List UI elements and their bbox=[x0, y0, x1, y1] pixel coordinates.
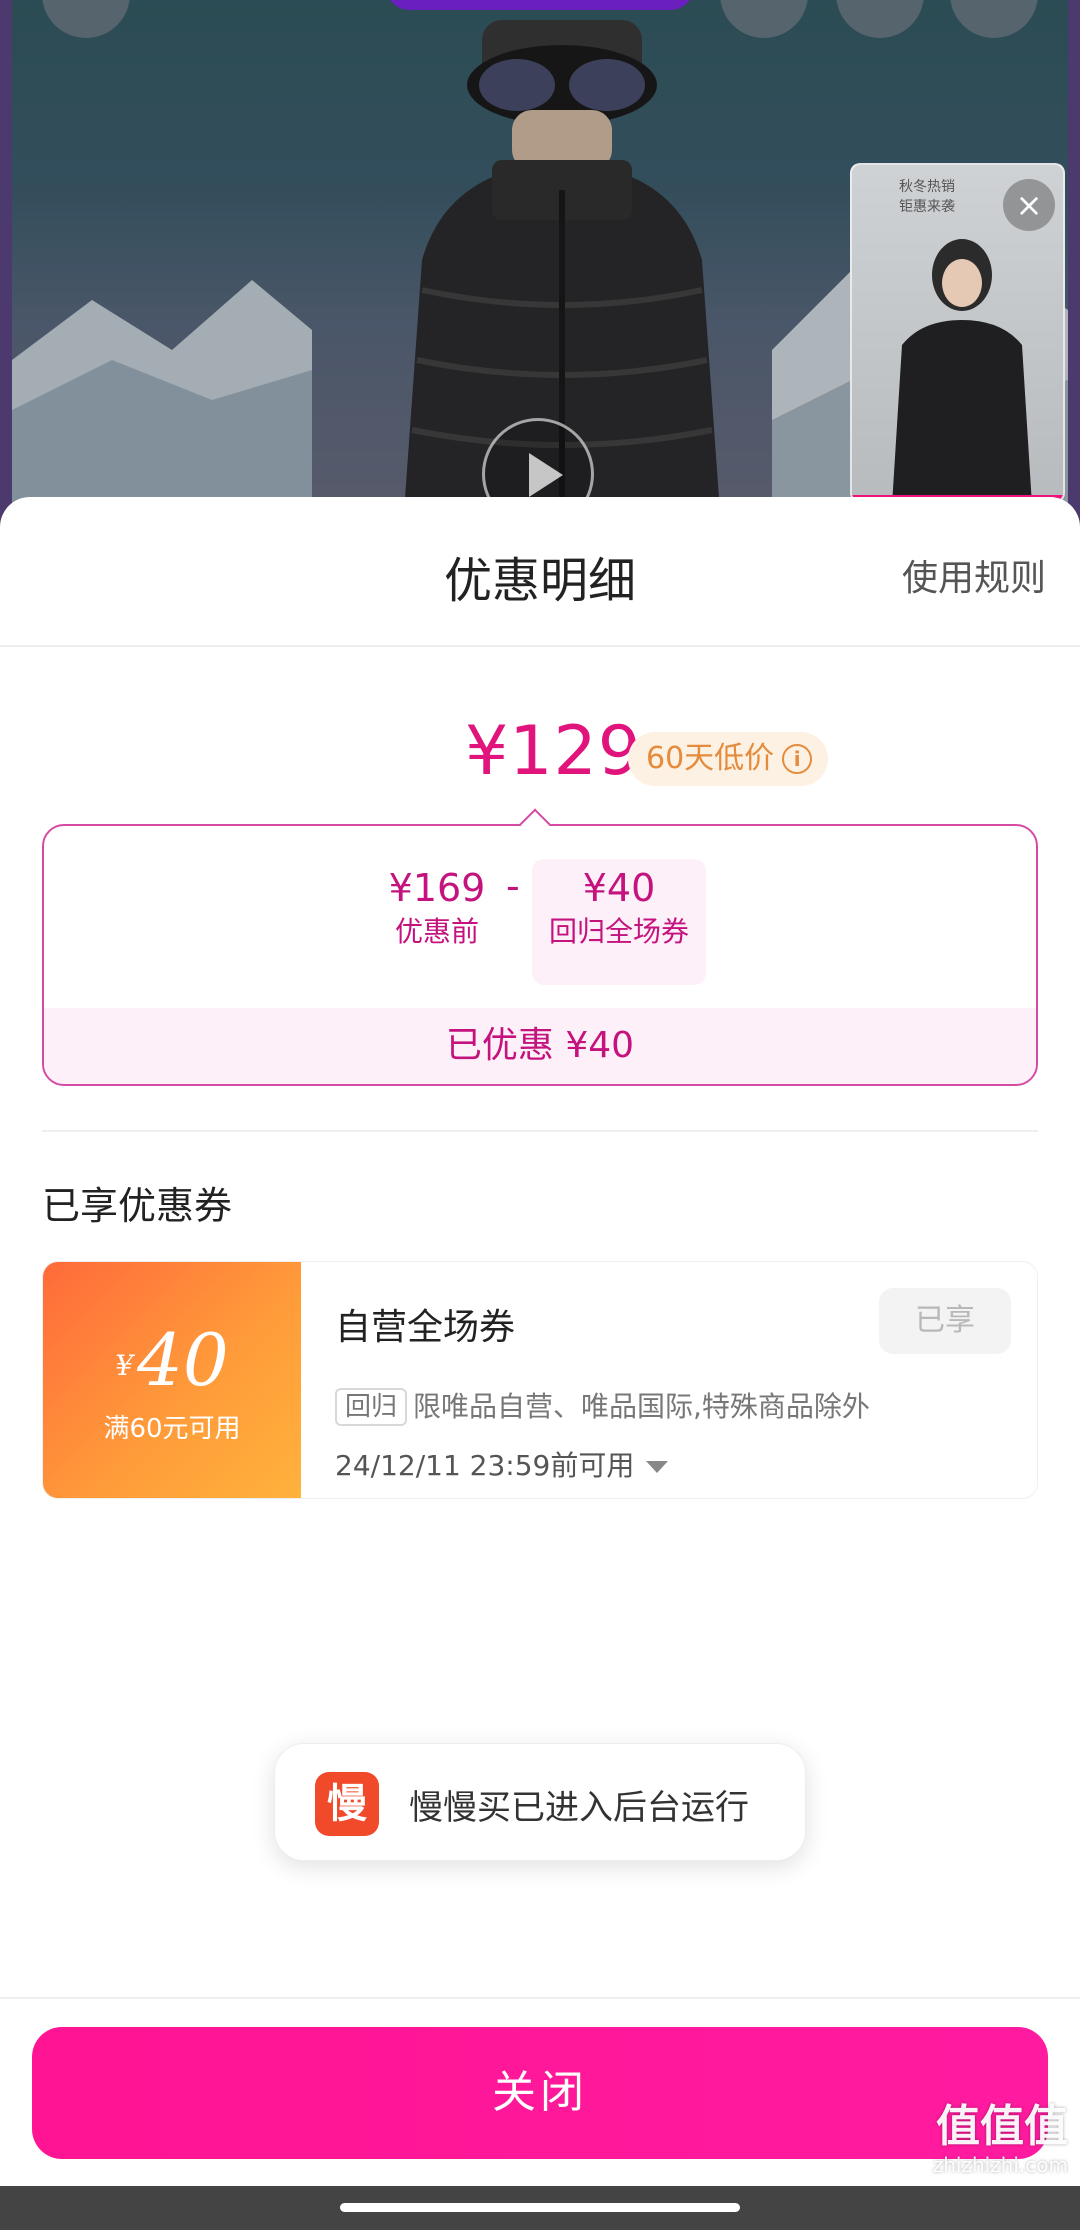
coupon-amount: ¥40 bbox=[582, 866, 656, 910]
info-icon[interactable]: i bbox=[782, 744, 813, 774]
section-divider bbox=[42, 1130, 1038, 1132]
coupon-deduction-cell: ¥40 回归全场券 bbox=[532, 859, 706, 985]
watermark-logo: 值值值 bbox=[936, 2101, 1068, 2152]
price-calculation-box: ¥169 优惠前 - ¥40 回归全场券 已优惠 ¥40 bbox=[42, 824, 1038, 1086]
home-indicator[interactable] bbox=[340, 2203, 740, 2212]
coupon-expiry-text: 24/12/11 23:59前可用 bbox=[335, 1449, 635, 1482]
original-amount: ¥169 bbox=[388, 866, 486, 910]
coupon-value-number: 40 bbox=[137, 1318, 229, 1402]
total-saved: 已优惠 ¥40 bbox=[44, 1008, 1036, 1084]
site-watermark: 值值值 zhizhizhi.com bbox=[933, 2102, 1068, 2178]
coupon-expiry[interactable]: 24/12/11 23:59前可用 bbox=[335, 1444, 669, 1484]
background-toast: 慢 慢慢买已进入后台运行 bbox=[274, 1743, 806, 1861]
mini-caption-line-1: 秋冬热销 bbox=[899, 179, 955, 195]
coupon-currency: ¥ bbox=[115, 1349, 134, 1382]
coupon-condition: 满60元可用 bbox=[103, 1414, 241, 1444]
coupon-name: 自营全场券 bbox=[335, 1307, 516, 1348]
coupon-value-panel: ¥40 满60元可用 bbox=[43, 1262, 307, 1498]
coupon-tag: 回归 bbox=[335, 1388, 408, 1426]
coupon-deduction-text: ¥40 回归全场券 bbox=[532, 864, 706, 952]
price-row: ¥129 60天低价 i bbox=[0, 712, 1080, 802]
coupon-used-button[interactable]: 已享 bbox=[879, 1288, 1011, 1354]
coupons-section-title: 已享优惠券 bbox=[42, 1184, 233, 1228]
coupon-value: ¥40 bbox=[43, 1320, 301, 1400]
low-price-badge[interactable]: 60天低价 i bbox=[628, 732, 829, 786]
coupon-scope: 限唯品自营、唯品国际,特殊商品除外 bbox=[413, 1390, 870, 1423]
floating-mini-video[interactable]: 秋冬热销 钜惠来袭 × bbox=[850, 163, 1065, 503]
app-logo-icon: 慢 bbox=[315, 1772, 379, 1836]
mini-video-caption: 秋冬热销 钜惠来袭 bbox=[852, 177, 1002, 217]
system-nav-bar bbox=[0, 2186, 1080, 2230]
close-button[interactable]: 关闭 bbox=[32, 2027, 1048, 2159]
coupon-label: 回归全场券 bbox=[548, 915, 689, 948]
mini-video-person bbox=[892, 239, 1032, 501]
toast-message: 慢慢买已进入后台运行 bbox=[409, 1788, 749, 1828]
mini-video-close-icon[interactable]: × bbox=[1003, 179, 1055, 231]
minus-sign: - bbox=[506, 864, 520, 908]
mini-caption-line-2: 钜惠来袭 bbox=[899, 199, 955, 215]
sheet-header: 优惠明细 使用规则 bbox=[0, 497, 1080, 647]
chevron-down-icon bbox=[646, 1461, 669, 1473]
original-label: 优惠前 bbox=[394, 915, 479, 948]
discount-detail-sheet: 优惠明细 使用规则 ¥129 60天低价 i ¥169 优惠前 - ¥40 回归… bbox=[0, 497, 1080, 2230]
coupon-card[interactable]: ¥40 满60元可用 自营全场券 已享 回归 限唯品自营、唯品国际,特殊商品除外… bbox=[42, 1261, 1038, 1499]
product-banner: 秋冬热销 钜惠来袭 × bbox=[0, 0, 1080, 540]
top-title-pill bbox=[385, 0, 695, 10]
watermark-url: zhizhizhi.com bbox=[932, 2153, 1068, 2177]
final-price: ¥129 bbox=[465, 712, 643, 791]
footer-divider bbox=[0, 1997, 1080, 1999]
original-price-cell: ¥169 优惠前 bbox=[374, 864, 500, 952]
usage-rules-link[interactable]: 使用规则 bbox=[902, 549, 1046, 601]
low-price-badge-label: 60天低价 bbox=[646, 741, 775, 776]
